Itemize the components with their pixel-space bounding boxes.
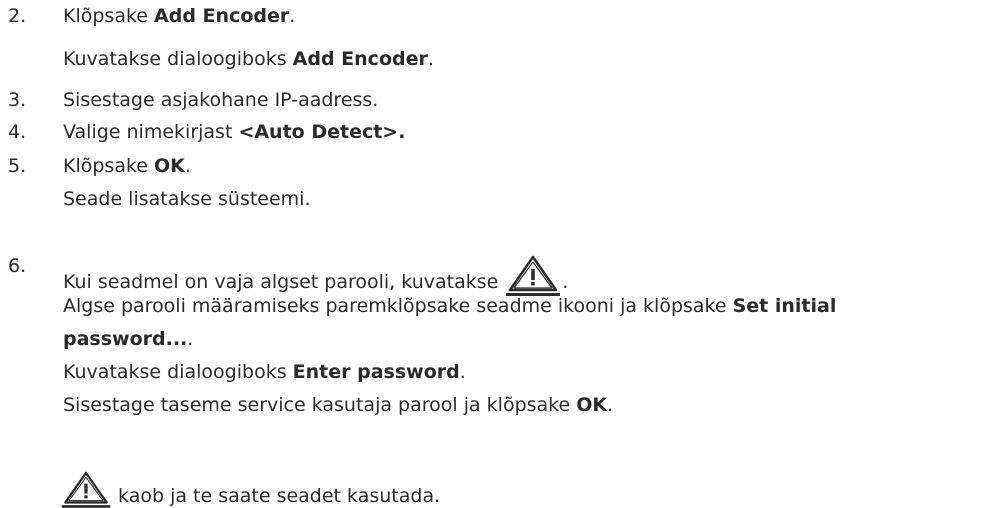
step-text: Sisestage asjakohane IP-aadress. [63,89,379,111]
step-text: Klõpsake Add Encoder. [63,5,296,27]
warning-triangle-icon [504,254,562,296]
step-number: 4. [8,121,27,143]
step-number: 6. [8,255,27,277]
step-note: Kuvatakse dialoogiboks Add Encoder. [63,48,434,70]
step-note: Seade lisatakse süsteemi. [63,188,311,210]
document-page: 2. Klõpsake Add Encoder. Kuvatakse dialo… [8,5,837,508]
step-text: Valige nimekirjast <Auto Detect>. [63,121,406,143]
step-text: Kui seadmel on vaja algset parooli, kuva… [63,254,568,296]
warning-triangle-icon [60,470,112,508]
step-number: 3. [8,89,27,111]
step-text: Klõpsake OK. [63,155,191,177]
step-number: 2. [8,5,27,27]
step-number: 5. [8,155,27,177]
